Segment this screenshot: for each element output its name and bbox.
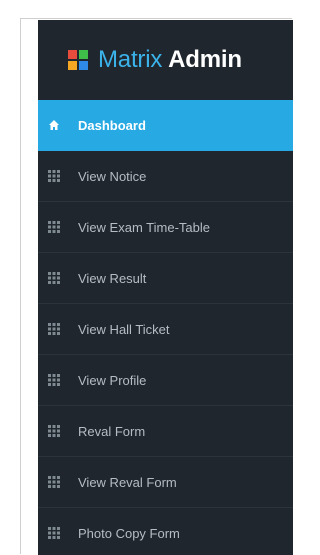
grid-icon [48,272,60,284]
logo-square-red [68,50,77,59]
matrix-logo-icon [68,50,88,70]
brand-title-light: Matrix [98,46,163,73]
sidebar-item-view-hall-ticket[interactable]: View Hall Ticket [38,304,293,355]
brand-title-bold: Admin [168,46,242,73]
logo-square-green [79,50,88,59]
brand-title[interactable]: Matrix Admin [98,48,242,72]
logo-square-blue [79,61,88,70]
sidebar-item-label: Photo Copy Form [78,525,180,541]
sidebar-item-view-notice[interactable]: View Notice [38,151,293,202]
sidebar-item-label: View Hall Ticket [78,321,170,337]
sidebar-item-label: View Result [78,270,147,286]
home-icon [48,119,60,131]
sidebar-item-view-reval-form[interactable]: View Reval Form [38,457,293,508]
sidebar: Matrix Admin Dashboard View Notice View … [38,20,293,555]
grid-icon [48,323,60,335]
grid-icon [48,425,60,437]
sidebar-menu: Dashboard View Notice View Exam Time-Tab… [38,100,293,555]
sidebar-item-reval-form[interactable]: Reval Form [38,406,293,457]
sidebar-item-view-profile[interactable]: View Profile [38,355,293,406]
sidebar-item-view-result[interactable]: View Result [38,253,293,304]
sidebar-item-photo-copy-form[interactable]: Photo Copy Form [38,508,293,555]
sidebar-header: Matrix Admin [38,20,293,100]
sidebar-item-label: View Notice [78,168,147,184]
sidebar-item-label: View Profile [78,372,147,388]
logo-square-orange [68,61,77,70]
sidebar-item-label: View Reval Form [78,474,177,490]
grid-icon [48,170,60,182]
grid-icon [48,476,60,488]
grid-icon [48,221,60,233]
grid-icon [48,527,60,539]
sidebar-item-view-exam-time-table[interactable]: View Exam Time-Table [38,202,293,253]
sidebar-item-dashboard[interactable]: Dashboard [38,100,293,151]
grid-icon [48,374,60,386]
sidebar-item-label: View Exam Time-Table [78,219,210,235]
sidebar-item-label: Dashboard [78,117,146,133]
sidebar-item-label: Reval Form [78,423,146,439]
